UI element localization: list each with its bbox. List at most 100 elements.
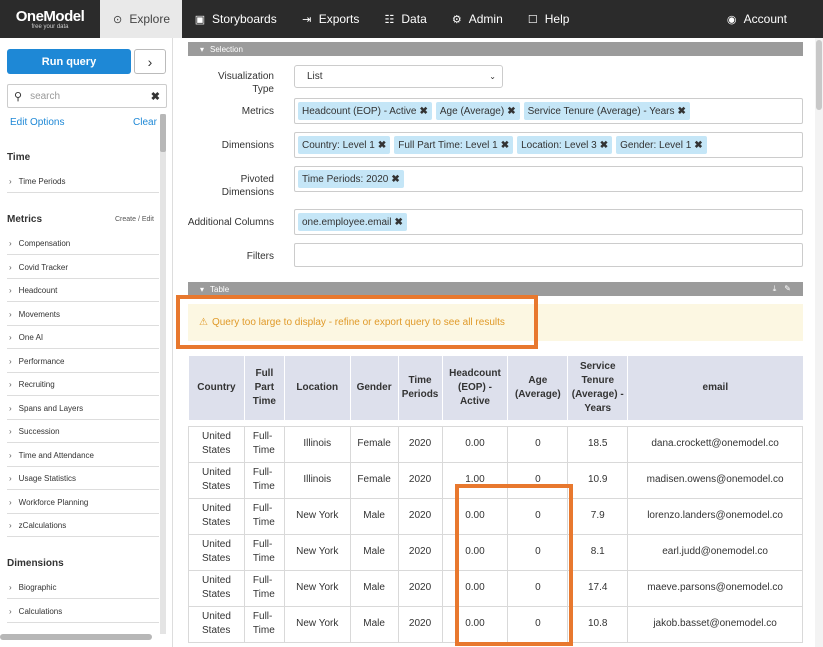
additional-columns-field[interactable]: one.employee.email ✖ xyxy=(294,209,803,235)
sidebar-item-label: Time Periods xyxy=(18,176,66,186)
sidebar-scrollbar-thumb[interactable] xyxy=(160,114,166,152)
remove-tag-icon[interactable]: ✖ xyxy=(391,174,399,185)
run-query-button[interactable]: Run query xyxy=(7,49,131,74)
pin-icon[interactable]: ✎ xyxy=(784,284,791,294)
metrics-section-title: Metrics xyxy=(7,214,43,225)
remove-tag-icon[interactable]: ✖ xyxy=(378,140,386,151)
column-header[interactable]: Location xyxy=(283,356,351,420)
sidebar-search[interactable]: ⚲ search ✖ xyxy=(7,84,167,108)
nav-exports[interactable]: ⇥ Exports xyxy=(289,0,372,38)
sidebar-item-headcount[interactable]: › Headcount xyxy=(7,279,159,302)
column-header[interactable]: Gender xyxy=(349,356,399,420)
filters-field[interactable] xyxy=(294,243,803,267)
edit-options-link[interactable]: Edit Options xyxy=(10,117,64,128)
chevron-right-icon: › xyxy=(9,176,12,186)
metric-tag[interactable]: Headcount (EOP) - Active ✖ xyxy=(298,102,432,120)
main-scrollbar-thumb[interactable] xyxy=(816,40,822,110)
selection-header[interactable]: ▾ Selection xyxy=(188,42,803,56)
viz-type-select[interactable]: List ⌄ xyxy=(294,65,503,88)
table-cell: dana.crockett@onemodel.co xyxy=(627,425,803,463)
export-table-icon[interactable]: ⤓ xyxy=(773,284,777,294)
table-cell: 2020 xyxy=(397,461,443,499)
dimension-tag[interactable]: Gender: Level 1 ✖ xyxy=(616,136,707,154)
table-cell: Full-Time xyxy=(243,497,285,535)
metrics-field[interactable]: Headcount (EOP) - Active ✖ Age (Average) ✖… xyxy=(294,98,803,124)
table-cell: 2020 xyxy=(397,533,443,571)
table-row: United States Full-Time Illinois Female … xyxy=(188,425,803,463)
tag-label: Time Periods: 2020 xyxy=(302,173,389,185)
table-cell: United States xyxy=(188,497,245,535)
metric-tag[interactable]: Service Tenure (Average) - Years ✖ xyxy=(523,102,690,120)
dimensions-field[interactable]: Country: Level 1 ✖ Full Part Time: Level … xyxy=(294,132,803,158)
sidebar-scrollbar[interactable] xyxy=(160,114,166,634)
remove-tag-icon[interactable]: ✖ xyxy=(507,106,515,117)
additional-column-tag[interactable]: one.employee.email ✖ xyxy=(298,213,407,231)
sidebar-item-usage-statistics[interactable]: › Usage Statistics xyxy=(7,467,159,490)
dimension-tag[interactable]: Country: Level 1 ✖ xyxy=(298,136,391,154)
nav-help[interactable]: ☐ Help xyxy=(515,0,582,38)
column-header[interactable]: Full Part Time xyxy=(243,356,285,420)
table-cell: lorenzo.landers@onemodel.co xyxy=(627,497,803,535)
dimensions-section-title: Dimensions xyxy=(7,558,64,569)
sidebar-item-recruiting[interactable]: › Recruiting xyxy=(7,373,159,396)
remove-tag-icon[interactable]: ✖ xyxy=(420,106,428,117)
column-header[interactable]: email xyxy=(627,356,803,420)
sidebar-horizontal-scrollbar[interactable] xyxy=(0,634,152,640)
column-header[interactable]: Service Tenure (Average) - Years xyxy=(567,356,628,420)
pivoted-tag[interactable]: Time Periods: 2020 ✖ xyxy=(298,170,404,188)
tag-label: Country: Level 1 xyxy=(302,139,375,151)
sidebar-item-zcalculations[interactable]: › zCalculations xyxy=(7,514,159,537)
sidebar-item-label: Calculations xyxy=(18,606,63,616)
dimension-tag[interactable]: Full Part Time: Level 1 ✖ xyxy=(394,136,514,154)
export-icon: ⇥ xyxy=(302,13,312,26)
nav-admin[interactable]: ⚙ Admin xyxy=(439,0,515,38)
pivoted-label-line-1: Pivoted xyxy=(240,174,274,185)
dimension-tag[interactable]: Location: Level 3 ✖ xyxy=(517,136,613,154)
remove-tag-icon[interactable]: ✖ xyxy=(694,140,702,151)
run-options-button[interactable]: › xyxy=(134,49,166,74)
sidebar-item-compensation[interactable]: › Compensation xyxy=(7,232,159,255)
sidebar-item-one-ai[interactable]: › One AI xyxy=(7,326,159,349)
metrics-create-edit-link[interactable]: Create / Edit xyxy=(115,216,154,223)
sidebar-item-time-periods[interactable]: › Time Periods xyxy=(7,170,159,193)
help-icon: ☐ xyxy=(527,13,538,26)
nav-account[interactable]: ◉ Account xyxy=(714,0,823,38)
remove-tag-icon[interactable]: ✖ xyxy=(600,140,608,151)
sidebar-item-movements[interactable]: › Movements xyxy=(7,303,159,326)
pivoted-dimensions-field[interactable]: Time Periods: 2020 ✖ xyxy=(294,166,803,192)
metric-tag[interactable]: Age (Average) ✖ xyxy=(435,102,520,120)
table-header[interactable]: ▾ Table ⤓ ✎ xyxy=(188,282,803,296)
column-header[interactable]: Country xyxy=(188,356,245,420)
column-header[interactable]: Age (Average) xyxy=(507,356,568,420)
chevron-right-icon: › xyxy=(9,309,12,319)
clear-link[interactable]: Clear xyxy=(133,117,157,128)
sidebar-item-covid-tracker[interactable]: › Covid Tracker xyxy=(7,256,159,279)
chevron-right-icon: › xyxy=(9,332,12,342)
search-input[interactable]: search xyxy=(30,91,143,102)
main-scrollbar[interactable] xyxy=(815,38,823,647)
table-cell: 2020 xyxy=(397,569,443,607)
remove-tag-icon[interactable]: ✖ xyxy=(678,106,686,117)
sidebar-item-succession[interactable]: › Succession xyxy=(7,420,159,443)
nav-explore[interactable]: ⊙ Explore xyxy=(100,0,182,38)
sidebar-item-workforce-planning[interactable]: › Workforce Planning xyxy=(7,491,159,514)
sidebar-item-biographic[interactable]: › Biographic xyxy=(7,576,159,599)
column-header[interactable]: Headcount (EOP) - Active xyxy=(441,356,508,420)
sidebar-item-time-and-attendance[interactable]: › Time and Attendance xyxy=(7,444,159,467)
clear-search-icon[interactable]: ✖ xyxy=(151,90,160,103)
sidebar-item-spans-and-layers[interactable]: › Spans and Layers xyxy=(7,397,159,420)
onemodel-logo[interactable]: OneModel free your data xyxy=(0,0,100,38)
nav-storyboards[interactable]: ▣ Storyboards xyxy=(182,0,289,38)
sidebar-item-calculations[interactable]: › Calculations xyxy=(7,600,159,623)
table-cell: New York xyxy=(283,497,351,535)
nav-data[interactable]: ☷ Data xyxy=(371,0,438,38)
column-header[interactable]: Time Periods xyxy=(397,356,443,420)
table-cell: 7.9 xyxy=(567,497,629,535)
sidebar-item-performance[interactable]: › Performance xyxy=(7,350,159,373)
data-icon: ☷ xyxy=(384,13,395,26)
remove-tag-icon[interactable]: ✖ xyxy=(501,140,509,151)
remove-tag-icon[interactable]: ✖ xyxy=(395,217,403,228)
table-cell: United States xyxy=(188,461,245,499)
table-cell: jakob.basset@onemodel.co xyxy=(627,605,803,643)
table-cell: 10.8 xyxy=(567,605,629,643)
